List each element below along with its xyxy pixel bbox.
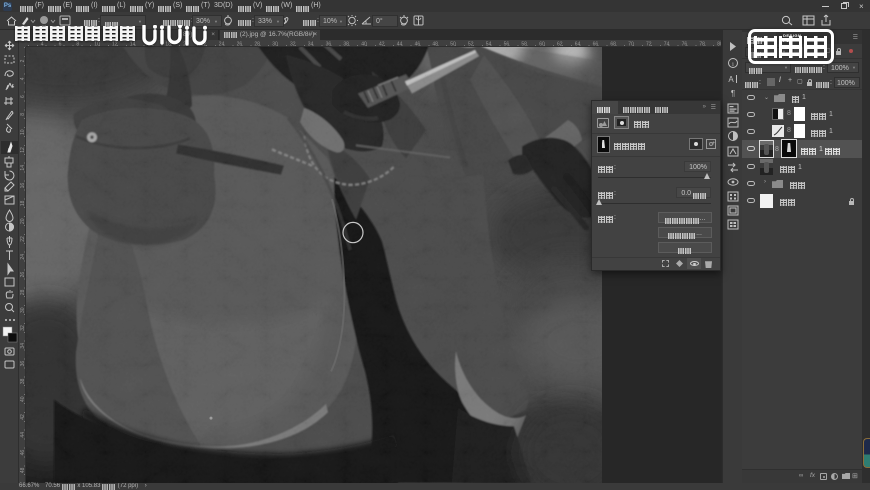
- svg-text:A: A: [728, 75, 734, 84]
- svg-text:¶: ¶: [731, 89, 735, 98]
